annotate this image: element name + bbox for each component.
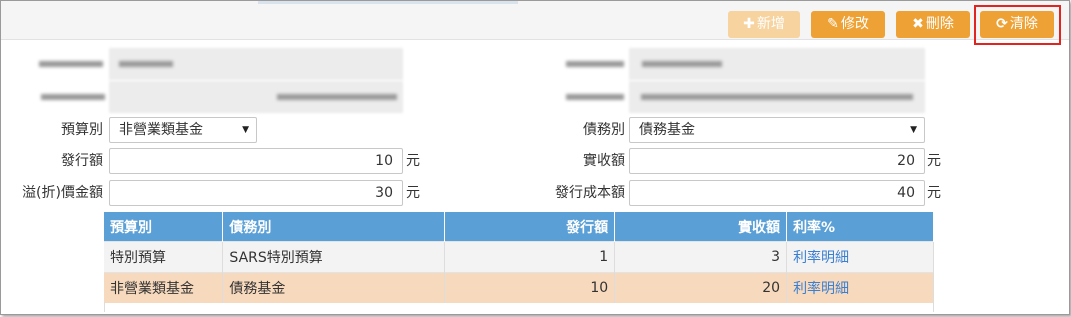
interest-detail-link[interactable]: 利率明細: [793, 250, 849, 266]
redacted-label: [39, 61, 103, 67]
dropdown-arrow-icon: ▼: [242, 125, 249, 135]
premium-amount-input[interactable]: 30: [109, 180, 403, 206]
debt-type-label: 債務別: [583, 122, 625, 138]
issue-cost-input[interactable]: 40: [629, 180, 925, 206]
received-amount-label: 實收額: [583, 153, 625, 169]
redacted-value: [277, 94, 397, 100]
dropdown-arrow-icon: ▼: [910, 125, 917, 135]
debt-type-select[interactable]: 債務基金 ▼: [629, 117, 925, 143]
cell-interest-rate: 利率明細: [786, 272, 934, 303]
cell-received-amount: 3: [614, 241, 788, 273]
budget-type-label: 預算別: [61, 122, 103, 138]
col-interest-rate[interactable]: 利率%: [786, 212, 934, 242]
cell-budget-type: 特別預算: [104, 241, 224, 273]
premium-amount-label: 溢(折)價金額: [22, 185, 103, 201]
table-row[interactable]: 非營業類基金 債務基金 10 20 利率明細: [104, 272, 934, 303]
premium-amount-unit: 元: [406, 185, 420, 201]
issue-cost-label: 發行成本額: [555, 185, 625, 201]
redacted-value: [119, 61, 173, 67]
cell-received-amount: 20: [614, 272, 788, 303]
redacted-value: [642, 61, 722, 67]
redacted-label: [566, 94, 624, 100]
budget-type-select[interactable]: 非營業類基金 ▼: [109, 117, 257, 143]
cell-debt-type: 債務基金: [222, 272, 446, 303]
received-amount-input[interactable]: 20: [629, 148, 925, 174]
delete-button[interactable]: ✖ 刪除: [896, 11, 970, 38]
cell-issue-amount: 1: [444, 241, 616, 273]
grid-header-row: 預算別 債務別 發行額 實收額 利率%: [104, 212, 934, 242]
cell-interest-rate: 利率明細: [786, 241, 934, 273]
grid-empty-area: [104, 302, 934, 312]
interest-detail-link[interactable]: 利率明細: [793, 281, 849, 297]
pencil-icon: ✎: [827, 16, 839, 32]
clear-button-highlight: [974, 5, 1061, 45]
col-budget-type[interactable]: 預算別: [104, 212, 224, 242]
data-grid: 預算別 債務別 發行額 實收額 利率% 特別預算 SARS特別預算 1 3 利率…: [104, 212, 934, 303]
x-icon: ✖: [912, 16, 924, 32]
plus-icon: ✚: [743, 16, 755, 32]
issue-amount-unit: 元: [406, 153, 420, 169]
issue-amount-label: 發行額: [61, 153, 103, 169]
received-amount-unit: 元: [927, 153, 941, 169]
col-received-amount[interactable]: 實收額: [614, 212, 788, 242]
cell-debt-type: SARS特別預算: [222, 241, 446, 273]
edit-button[interactable]: ✎ 修改: [811, 11, 885, 38]
col-debt-type[interactable]: 債務別: [222, 212, 446, 242]
col-issue-amount[interactable]: 發行額: [444, 212, 616, 242]
issue-amount-input[interactable]: 10: [109, 148, 403, 174]
table-row[interactable]: 特別預算 SARS特別預算 1 3 利率明細: [104, 241, 934, 273]
redacted-label: [566, 61, 624, 67]
dialog-window: ✚ 新增 ✎ 修改 ✖ 刪除 ⟳ 清除 預算別 非營業類基金 ▼ 債務別 債務基金 ▼ …: [0, 0, 1070, 315]
issue-cost-unit: 元: [927, 185, 941, 201]
redacted-label: [41, 94, 105, 100]
cell-issue-amount: 10: [444, 272, 616, 303]
top-scroll-strip: [258, 1, 518, 4]
redacted-value: [641, 94, 913, 100]
cell-budget-type: 非營業類基金: [104, 272, 224, 303]
add-button[interactable]: ✚ 新增: [728, 11, 800, 38]
